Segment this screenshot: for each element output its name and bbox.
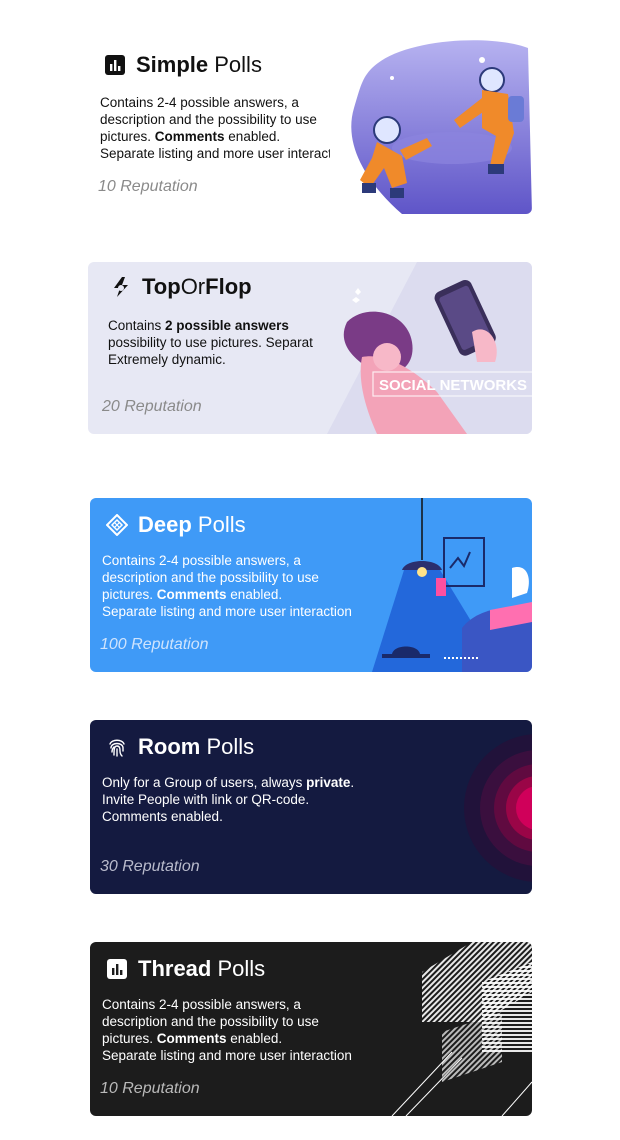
diamond-grid-icon <box>106 514 128 536</box>
poll-type-card-simple[interactable]: Simple Polls Contains 2-4 possible answe… <box>88 38 532 214</box>
card-description: Contains 2 possible answers possibility … <box>108 318 313 367</box>
reputation-label: 30 Reputation <box>100 858 200 875</box>
poll-type-card-deep[interactable]: Deep Polls Contains 2-4 possible answers… <box>90 498 532 672</box>
reputation-label: 10 Reputation <box>100 1080 200 1097</box>
card-title: Deep Polls <box>106 512 246 538</box>
reputation-label: 10 Reputation <box>98 178 198 195</box>
astronauts-illustration <box>351 40 532 214</box>
card-title: Thread Polls <box>106 956 265 982</box>
reputation-label: 100 Reputation <box>100 636 209 653</box>
card-title: Room Polls <box>106 734 254 760</box>
poll-type-card-thread[interactable]: Thread Polls Contains 2-4 possible answe… <box>90 942 532 1116</box>
fingerprint-icon <box>109 739 125 757</box>
bar-chart-icon <box>107 959 127 979</box>
woman-phone-illustration: SOCIAL NETWORKS <box>327 262 532 434</box>
card-description: Contains 2-4 possible answers, a descrip… <box>102 553 352 619</box>
bar-chart-icon <box>105 55 125 75</box>
card-description: Contains 2-4 possible answers, a descrip… <box>102 997 352 1063</box>
card-title: Simple Polls <box>104 52 262 78</box>
social-networks-text: SOCIAL NETWORKS <box>379 377 527 394</box>
lamp-desk-illustration <box>372 498 532 672</box>
card-description: Contains 2-4 possible answers, a descrip… <box>100 95 330 161</box>
card-title: TopOrFlop <box>110 274 252 300</box>
reputation-label: 20 Reputation <box>102 398 202 415</box>
poll-type-card-toporflop[interactable]: TopOrFlop Contains 2 possible answers po… <box>88 262 532 434</box>
striped-cubes-illustration <box>391 942 532 1116</box>
poll-type-card-room[interactable]: Room Polls Only for a Group of users, al… <box>90 720 532 894</box>
card-description: Only for a Group of users, always privat… <box>102 775 355 824</box>
lightning-flame-icon <box>114 277 128 297</box>
concentric-circles-illustration <box>464 734 532 882</box>
